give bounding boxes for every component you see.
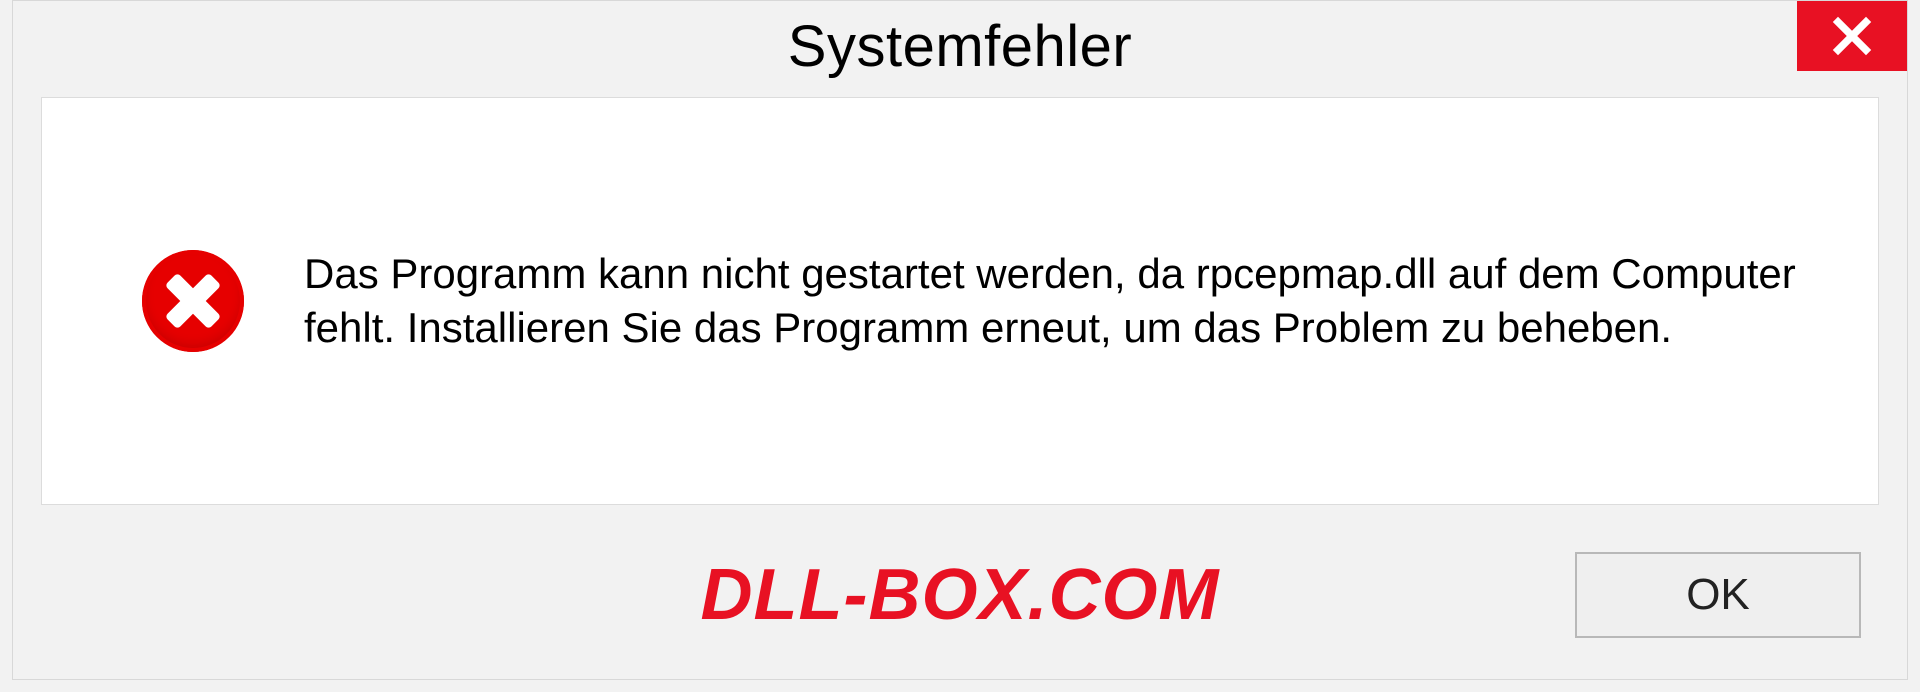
ok-button-label: OK [1686, 570, 1750, 620]
watermark-text: DLL-BOX.COM [701, 554, 1220, 636]
error-circle-x-icon [142, 250, 244, 352]
error-icon-wrap [142, 250, 244, 352]
ok-button[interactable]: OK [1575, 552, 1861, 638]
close-icon [1831, 15, 1873, 57]
title-bar: Systemfehler [13, 1, 1907, 91]
error-message-text: Das Programm kann nicht gestartet werden… [304, 247, 1818, 355]
close-button[interactable] [1797, 1, 1907, 71]
message-panel: Das Programm kann nicht gestartet werden… [41, 97, 1879, 505]
dialog-title: Systemfehler [788, 13, 1132, 80]
error-dialog: Systemfehler Das Programm kann nicht ges… [12, 0, 1908, 680]
dialog-footer: DLL-BOX.COM OK [13, 535, 1907, 655]
